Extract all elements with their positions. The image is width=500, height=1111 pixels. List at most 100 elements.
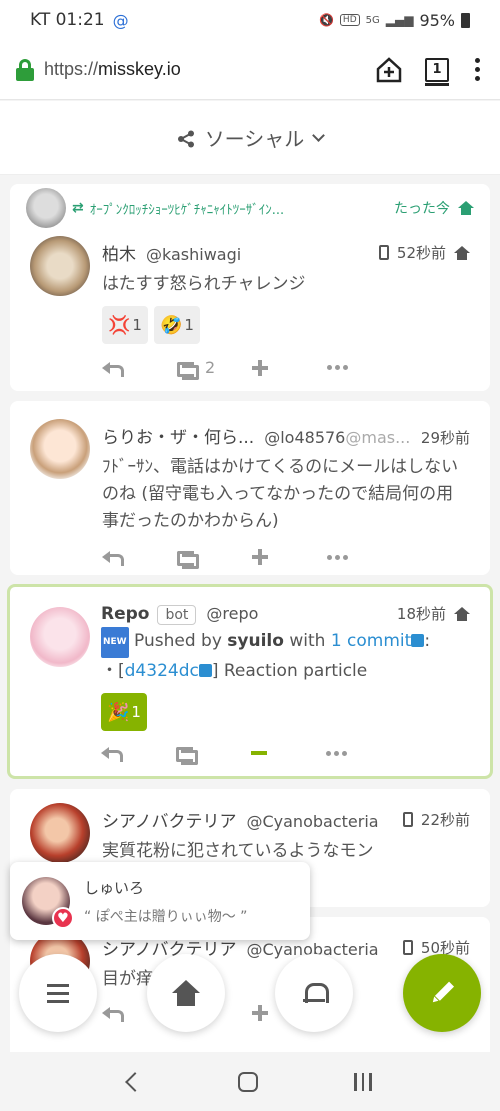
react-button[interactable] [252,359,327,376]
reactions: 🎉 1 [101,693,470,731]
renote-button[interactable] [177,549,252,569]
note-card[interactable]: らりお・ザ・何ら... @lo48576@mas... 29秒前 ﾌﾄﾞｰｻﾝ、… [10,401,490,575]
notifier-avatar: ♥ [22,877,74,929]
reaction-button[interactable]: 🤣 1 [153,306,200,344]
add-to-home-icon[interactable] [375,56,403,84]
phone-icon [402,940,413,955]
renote-button[interactable]: 2 [177,358,252,380]
reply-button[interactable] [102,360,177,377]
plus-icon [252,1005,268,1021]
reply-button[interactable] [102,549,177,566]
note-text: 実質花粉に犯されているようなモン [102,841,374,861]
display-name[interactable]: 柏木 [102,240,136,265]
retweet-icon [177,360,199,380]
system-home-icon[interactable] [238,1071,259,1092]
external-link-icon [198,664,212,677]
heart-icon: ♥ [52,907,74,929]
username-local: @lo48576 [264,428,346,447]
tab-count: 1 [432,62,442,77]
remove-reaction-button[interactable] [251,751,326,755]
phone-icon [402,812,413,827]
minus-icon [251,751,267,755]
username[interactable]: @kashiwagi [146,245,241,264]
compose-button[interactable] [403,954,481,1032]
notifications-button[interactable] [275,954,353,1032]
reaction-count: 1 [132,316,142,334]
note-time[interactable]: 29秒前 [421,427,470,448]
tab-switcher-button[interactable]: 1 [425,57,449,86]
home-visibility-icon [454,606,470,621]
browser-menu-icon[interactable] [471,58,484,81]
new-badge-icon: NEW [101,627,129,658]
react-button[interactable] [252,549,327,565]
party-popper-icon: 🎉 [107,701,130,723]
note-content: シアノバクテリア @Cyanobacteria 22秒前 実質花粉に犯されている… [102,807,470,865]
avatar[interactable] [30,236,90,296]
timeline-header[interactable]: ソーシャル [0,101,500,175]
commit-link[interactable]: 1 commit [331,631,411,651]
reply-button[interactable] [101,745,176,762]
username[interactable]: @Cyanobacteria [246,812,378,831]
notification-quote: “ ぽぺ主は贈りぃぃ物〜 ” [84,908,248,925]
external-link-icon [411,634,425,647]
reply-icon [102,360,124,377]
url-text[interactable]: https://misskey.io [44,59,181,80]
more-icon [326,750,347,756]
note-card[interactable]: ⇄ ｵｰﾌﾟﾝｸﾛｯﾁｼｮｰﾂﾋｹﾞﾁｬﾆｬｲﾄﾂｰｻﾞｲﾝ... たった今 柏… [10,184,490,391]
more-button[interactable] [327,554,402,560]
recent-apps-icon[interactable] [354,1072,372,1091]
note-footer: 2 [102,358,470,380]
avatar[interactable] [30,607,90,667]
more-button[interactable] [326,750,401,756]
avatar[interactable] [30,803,90,863]
phone-icon [378,245,389,260]
bot-badge: bot [157,605,197,625]
reaction-button[interactable]: 💢 1 [102,306,148,344]
note-text: はたすす怒られチャレンジ [102,274,306,294]
reaction-count: 1 [131,703,141,721]
display-name[interactable]: らりお・ザ・何ら... [102,423,254,448]
commit-message: ] Reaction particle [211,661,368,681]
renote-button[interactable] [176,745,251,765]
note-time[interactable]: 22秒前 [421,809,470,830]
reactions: 💢 1 🤣 1 [102,306,470,344]
note-text: NEW Pushed by syuilo with 1 commit: ・[d4… [101,627,470,685]
signal-icon: ▂▄▆ [385,13,414,27]
home-visibility-icon [458,201,474,215]
note-footer [101,745,470,765]
notifier-name: しゅいろ [84,878,145,897]
reaction-button[interactable]: 🎉 1 [101,693,147,731]
username[interactable]: @lo48576@mas... [264,428,410,447]
avatar[interactable] [30,419,90,479]
note-footer [102,549,470,569]
renote-time[interactable]: たった今 [394,198,450,218]
note-card-highlighted[interactable]: Repo bot @repo 18秒前 NEW Pushed by syuilo… [7,584,493,779]
username-host: @mas... [345,428,411,447]
text-pushed-by: Pushed by [134,631,222,651]
renoter-avatar[interactable] [26,188,66,228]
back-icon[interactable] [125,1071,145,1092]
display-name[interactable]: Repo [101,604,149,624]
mention-syuilo[interactable]: syuilo [227,631,284,651]
home-button[interactable] [147,954,225,1032]
system-navigation-bar [0,1052,500,1111]
commit-hash-link[interactable]: d4324dc [125,661,199,681]
display-name[interactable]: シアノバクテリア [102,807,236,832]
text-bullet: ・[ [101,661,125,681]
note-time[interactable]: 52秒前 [397,242,446,263]
more-icon [327,554,348,560]
text-with: with [289,631,326,651]
retweet-icon [176,745,198,765]
username[interactable]: @repo [206,604,258,623]
status-bar: KT 01:21 @ 🔇 HD 5G ▂▄▆ 95% [0,0,500,40]
notification-popup[interactable]: ♥ しゅいろ “ ぽぺ主は贈りぃぃ物〜 ” [10,862,310,940]
menu-button[interactable] [19,954,97,1032]
more-button[interactable] [327,365,402,370]
share-icon [177,129,195,147]
battery-icon [461,12,470,28]
sync-icon: @ [112,10,129,30]
renoter-name[interactable]: ｵｰﾌﾟﾝｸﾛｯﾁｼｮｰﾂﾋｹﾞﾁｬﾆｬｲﾄﾂｰｻﾞｲﾝ... [90,199,284,218]
browser-url-bar: https://misskey.io 1 [0,40,500,100]
battery-level: 95% [419,10,455,30]
note-time[interactable]: 18秒前 [397,603,446,624]
